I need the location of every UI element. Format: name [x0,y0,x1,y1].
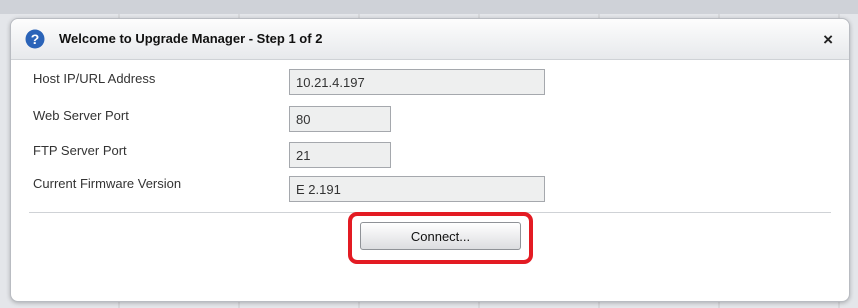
close-icon[interactable]: × [823,30,833,50]
ftp-server-port-field[interactable] [289,142,391,168]
connect-button[interactable]: Connect... [360,222,521,250]
upgrade-manager-dialog: ? Welcome to Upgrade Manager - Step 1 of… [10,18,850,302]
web-server-port-label: Web Server Port [33,108,129,123]
help-icon: ? [25,29,45,49]
firmware-version-field[interactable] [289,176,545,202]
firmware-version-label: Current Firmware Version [33,176,182,191]
svg-text:?: ? [31,31,40,47]
background-topbar [0,0,858,14]
host-address-label: Host IP/URL Address [33,71,156,86]
dialog-title: Welcome to Upgrade Manager - Step 1 of 2 [59,31,323,46]
host-address-field[interactable] [289,69,545,95]
web-server-port-field[interactable] [289,106,391,132]
dialog-titlebar: ? Welcome to Upgrade Manager - Step 1 of… [11,19,849,60]
ftp-server-port-label: FTP Server Port [33,143,127,158]
